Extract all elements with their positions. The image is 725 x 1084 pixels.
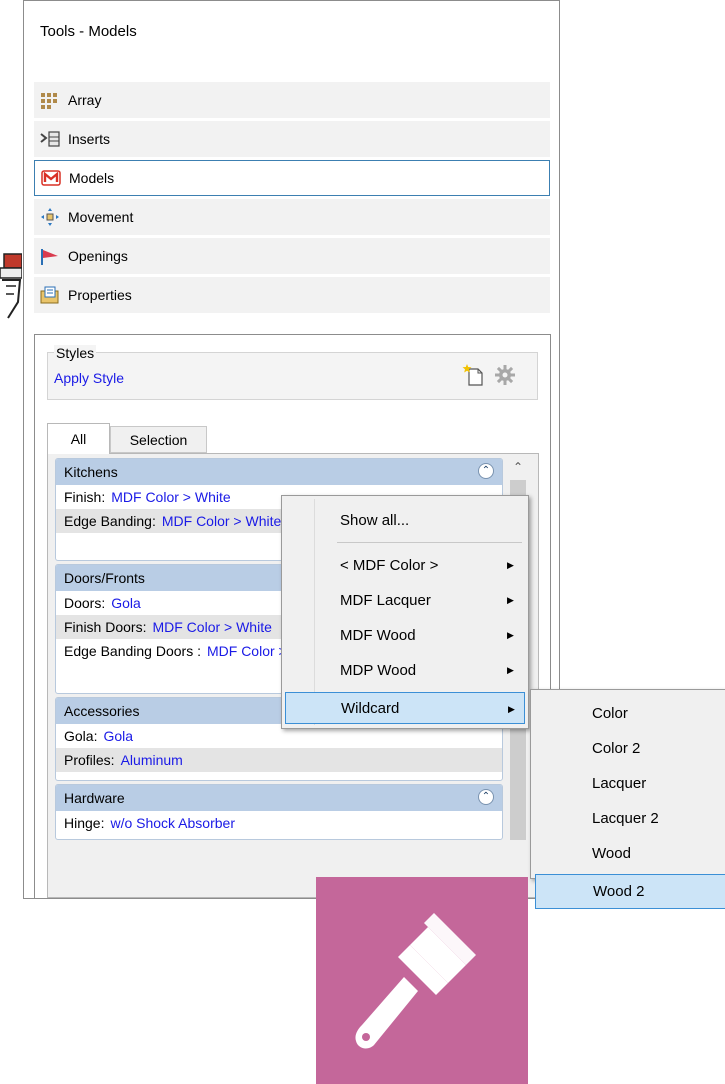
row-key: Doors: [64, 595, 106, 611]
submenu-arrow-icon: ▶ [507, 559, 514, 570]
submenu-item-color-2[interactable]: Color 2 [535, 731, 725, 765]
tool-item-inserts[interactable]: Inserts [34, 121, 550, 157]
row-value[interactable]: MDF Color > White [152, 619, 271, 635]
row-key: Profiles: [64, 752, 115, 768]
properties-folder-icon [40, 285, 60, 305]
submenu-item-label: Color [592, 704, 628, 722]
menu-item-show-all[interactable]: Show all... [285, 504, 525, 536]
inserts-icon [40, 129, 60, 149]
tool-item-properties[interactable]: Properties [34, 277, 550, 313]
tool-item-movement[interactable]: Movement [34, 199, 550, 235]
styles-group: Styles Apply Style [47, 345, 538, 400]
tool-label: Properties [68, 287, 132, 303]
row-value[interactable]: w/o Shock Absorber [110, 815, 235, 831]
group-title: Hardware [64, 790, 125, 806]
submenu-item-label: Wood [592, 844, 631, 862]
menu-item-mdf-lacquer[interactable]: MDF Lacquer ▶ [285, 584, 525, 616]
styles-label: Styles [54, 345, 97, 361]
submenu-item-label: Lacquer [592, 774, 647, 792]
tool-label: Array [68, 92, 102, 108]
row-key: Finish: [64, 489, 106, 505]
row-value[interactable]: Gola [103, 728, 133, 744]
submenu-item-label: Lacquer 2 [592, 809, 659, 827]
row-value[interactable]: MDF Color > White [111, 489, 230, 505]
row-key: Gola: [64, 728, 98, 744]
menu-item-mdf-color[interactable]: < MDF Color > ▶ [285, 549, 525, 581]
context-menu: Show all... < MDF Color > ▶ MDF Lacquer … [281, 495, 529, 729]
wildcard-submenu: Color Color 2 Lacquer Lacquer 2 Wood Woo… [530, 689, 725, 909]
submenu-item-lacquer-2[interactable]: Lacquer 2 [535, 801, 725, 835]
row-value[interactable]: Aluminum [121, 752, 183, 768]
tool-label: Models [69, 170, 115, 186]
panel-title: Tools - Models [40, 23, 137, 40]
paint-brush-icon [355, 913, 476, 1049]
submenu-item-wood[interactable]: Wood [535, 836, 725, 870]
tab-all[interactable]: All [47, 423, 110, 454]
group-hardware: Hardware ⌃ Hinge: w/o Shock Absorber [55, 784, 503, 840]
tool-item-models[interactable]: Models [34, 160, 550, 196]
menu-item-label: MDF Lacquer [340, 591, 431, 609]
menu-item-mdp-wood[interactable]: MDP Wood ▶ [285, 654, 525, 686]
row-value[interactable]: Gola [111, 595, 141, 611]
group-title: Kitchens [64, 464, 118, 480]
row-key: Edge Banding Doors : [64, 643, 201, 659]
list-item[interactable]: Hinge: w/o Shock Absorber [56, 811, 502, 835]
menu-item-mdf-wood[interactable]: MDF Wood ▶ [285, 619, 525, 651]
row-key: Finish Doors: [64, 619, 147, 635]
gear-icon[interactable] [494, 364, 516, 386]
partial-cabinet-icon [0, 246, 23, 322]
menu-item-wildcard[interactable]: Wildcard ▶ [285, 692, 525, 724]
openings-flag-icon [40, 246, 60, 266]
submenu-arrow-icon: ▶ [508, 703, 515, 714]
menu-item-label: MDP Wood [340, 661, 417, 679]
paint-brush-tile [316, 877, 528, 1084]
menu-separator [337, 542, 522, 543]
list-item[interactable]: Profiles: Aluminum [56, 748, 502, 772]
scroll-up-icon[interactable]: ⌃ [508, 460, 528, 474]
tool-item-array[interactable]: Array [34, 82, 550, 118]
submenu-item-label: Wood 2 [593, 883, 645, 900]
group-header[interactable]: Hardware ⌃ [56, 785, 502, 811]
apply-style-link[interactable]: Apply Style [54, 370, 124, 386]
submenu-arrow-icon: ▶ [507, 629, 514, 640]
new-style-icon[interactable] [462, 363, 484, 387]
group-title: Accessories [64, 703, 140, 719]
tool-item-openings[interactable]: Openings [34, 238, 550, 274]
tab-selection[interactable]: Selection [110, 426, 207, 453]
menu-item-label: Wildcard [341, 699, 400, 717]
submenu-item-label: Color 2 [592, 739, 641, 757]
submenu-item-lacquer[interactable]: Lacquer [535, 766, 725, 800]
tool-label: Movement [68, 209, 134, 225]
tool-label: Openings [68, 248, 128, 264]
group-title: Doors/Fronts [64, 570, 145, 586]
movement-arrows-icon [40, 207, 60, 227]
menu-item-label: MDF Wood [340, 626, 416, 644]
collapse-icon[interactable]: ⌃ [478, 463, 494, 479]
row-value[interactable]: MDF Color > White [162, 513, 281, 529]
row-key: Edge Banding: [64, 513, 156, 529]
menu-item-label: < MDF Color > [340, 556, 439, 574]
submenu-item-color[interactable]: Color [535, 696, 725, 730]
tools-models-panel: Tools - Models Array Inserts Models Move… [23, 0, 560, 899]
models-m-icon [41, 168, 61, 188]
row-key: Hinge: [64, 815, 105, 831]
group-header[interactable]: Kitchens ⌃ [56, 459, 502, 485]
array-grid-icon [40, 90, 60, 110]
tool-label: Inserts [68, 131, 111, 147]
submenu-item-wood-2[interactable]: Wood 2 [535, 874, 725, 909]
submenu-arrow-icon: ▶ [507, 594, 514, 605]
collapse-icon[interactable]: ⌃ [478, 789, 494, 805]
submenu-arrow-icon: ▶ [507, 664, 514, 675]
menu-item-label: Show all... [340, 511, 410, 529]
